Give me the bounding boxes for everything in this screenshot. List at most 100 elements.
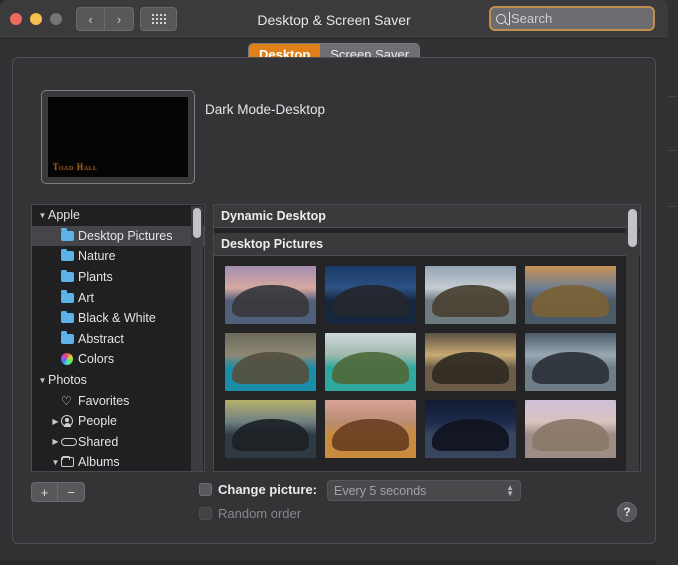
wallpaper-thumbnail[interactable] <box>425 266 516 324</box>
wallpaper-thumbnail[interactable] <box>425 400 516 458</box>
disclosure-triangle-icon[interactable]: ▼ <box>37 211 48 220</box>
folder-icon <box>61 269 78 283</box>
thumbnail-landform <box>332 418 409 452</box>
sidebar-item-label: Abstract <box>78 331 124 346</box>
sidebar-scrollbar[interactable] <box>191 206 203 471</box>
sidebar-item-label: People <box>78 414 117 429</box>
gallery-section-header[interactable]: Desktop Pictures <box>214 233 640 256</box>
preview-label: Dark Mode-Desktop <box>205 102 326 117</box>
sidebar-item-label: Photos <box>48 373 87 388</box>
sidebar-item-plants[interactable]: Plants <box>32 267 204 288</box>
text-caret <box>509 12 510 25</box>
random-order-row: Random order <box>199 506 301 521</box>
sidebar-item-nature[interactable]: Nature <box>32 246 204 267</box>
wallpaper-thumbnail[interactable] <box>225 400 316 458</box>
window-titlebar[interactable]: ‹ › Desktop & Screen Saver Search <box>0 0 668 39</box>
sidebar-item-label: Shared <box>78 434 119 449</box>
folder-icon <box>61 331 78 344</box>
sidebar-item-colors[interactable]: Colors <box>32 349 204 370</box>
cloud-icon <box>61 437 78 446</box>
source-list[interactable]: ▼ Apple Desktop Pictures Nature Plants Art Bla… <box>31 204 205 472</box>
sidebar-item-photos[interactable]: ▼ Photos <box>32 370 204 391</box>
thumbnail-landform <box>232 351 309 385</box>
search-placeholder: Search <box>511 11 553 26</box>
folder-icon <box>61 228 78 241</box>
sidebar-item-shared[interactable]: ▶ Shared <box>32 432 204 453</box>
change-picture-row[interactable]: Change picture: <box>199 482 317 497</box>
sidebar-item-label: Albums <box>78 455 120 470</box>
sidebar-item-label: Art <box>78 290 94 305</box>
heart-icon: ♡ <box>61 393 72 408</box>
sidebar-item-label: Nature <box>78 249 116 264</box>
gallery-section-header[interactable]: Dynamic Desktop <box>214 205 640 228</box>
thumbnail-landform <box>432 418 509 452</box>
disclosure-triangle-icon[interactable]: ▼ <box>37 376 48 385</box>
sidebar-item-label: Colors <box>78 352 115 367</box>
sidebar-item-label: Plants <box>78 270 113 285</box>
remove-folder-button[interactable]: − <box>58 482 85 502</box>
add-folder-button[interactable]: + <box>31 482 58 502</box>
sidebar-scrollbar-thumb[interactable] <box>193 208 201 238</box>
change-interval-popup: Every 5 seconds ▲ ▼ <box>327 480 521 501</box>
wallpaper-thumbnail[interactable] <box>525 333 616 391</box>
wallpaper-thumbnail[interactable] <box>525 266 616 324</box>
color-wheel-icon <box>61 353 78 366</box>
change-picture-label: Change picture: <box>218 482 317 497</box>
source-and-gallery: ▼ Apple Desktop Pictures Nature Plants Art Bla… <box>31 204 641 472</box>
gallery-scrollbar-thumb[interactable] <box>628 209 637 247</box>
wallpaper-preview[interactable]: Toad Hall <box>41 90 195 184</box>
wallpaper-thumbnail[interactable] <box>325 333 416 391</box>
preferences-window: ‹ › Desktop & Screen Saver Search Deskto… <box>0 0 668 560</box>
thumbnail-landform <box>332 284 409 318</box>
disclosure-triangle-icon[interactable]: ▶ <box>50 437 61 446</box>
wallpaper-thumbnail[interactable] <box>225 266 316 324</box>
thumbnail-landform <box>232 284 309 318</box>
person-icon <box>61 415 78 428</box>
sidebar-item-art[interactable]: Art <box>32 287 204 308</box>
preview-screen: Toad Hall <box>48 97 188 177</box>
help-button[interactable]: ? <box>617 502 637 522</box>
thumbnail-landform <box>432 284 509 318</box>
preview-wallpaper-text: Toad Hall <box>53 162 98 172</box>
change-picture-checkbox[interactable] <box>199 483 212 496</box>
sidebar-item-label: Desktop Pictures <box>78 228 173 243</box>
wallpaper-gallery[interactable]: Dynamic Desktop Desktop Pictures <box>213 204 641 472</box>
wallpaper-thumbnail[interactable] <box>225 333 316 391</box>
random-order-label: Random order <box>218 506 302 521</box>
thumbnail-landform <box>532 351 609 385</box>
wallpaper-thumbnail[interactable] <box>425 333 516 391</box>
search-field[interactable]: Search <box>489 6 655 31</box>
folder-icon <box>61 290 78 303</box>
content-panel: Toad Hall Dark Mode-Desktop ▼ Apple Deskto… <box>12 57 656 544</box>
sidebar-item-label: Apple <box>48 208 80 223</box>
sidebar-item-label: Favorites <box>78 393 130 408</box>
chevron-updown-icon: ▲ ▼ <box>506 482 514 498</box>
add-remove-folder-buttons: + − <box>31 482 85 502</box>
change-interval-value: Every 5 seconds <box>334 483 427 498</box>
thumbnail-grid <box>214 259 640 458</box>
thumbnail-landform <box>532 418 609 452</box>
random-order-checkbox <box>199 507 212 520</box>
folder-icon <box>61 310 78 324</box>
thumbnail-landform <box>432 351 509 385</box>
thumbnail-landform <box>232 418 309 452</box>
sidebar-item-black-white[interactable]: Black & White <box>32 308 204 329</box>
sidebar-item-albums[interactable]: ▼ Albums <box>32 452 204 471</box>
search-icon <box>496 13 506 24</box>
sidebar-item-abstract[interactable]: Abstract <box>32 329 204 350</box>
wallpaper-thumbnail[interactable] <box>325 400 416 458</box>
wallpaper-thumbnail[interactable] <box>325 266 416 324</box>
thumbnail-landform <box>532 284 609 318</box>
sidebar-item-apple[interactable]: ▼ Apple <box>32 205 204 226</box>
wallpaper-thumbnail[interactable] <box>525 400 616 458</box>
disclosure-triangle-icon[interactable]: ▼ <box>50 458 61 467</box>
sidebar-item-desktop-pictures[interactable]: Desktop Pictures <box>32 225 204 247</box>
sidebar-item-label: Black & White <box>78 311 156 326</box>
folder-outline-icon <box>61 455 78 468</box>
disclosure-triangle-icon[interactable]: ▶ <box>50 417 61 426</box>
sidebar-item-favorites[interactable]: ♡ Favorites <box>32 390 204 411</box>
gallery-scrollbar[interactable] <box>626 206 639 471</box>
sidebar-item-people[interactable]: ▶ People <box>32 411 204 432</box>
thumbnail-landform <box>332 351 409 385</box>
folder-icon <box>61 248 78 262</box>
